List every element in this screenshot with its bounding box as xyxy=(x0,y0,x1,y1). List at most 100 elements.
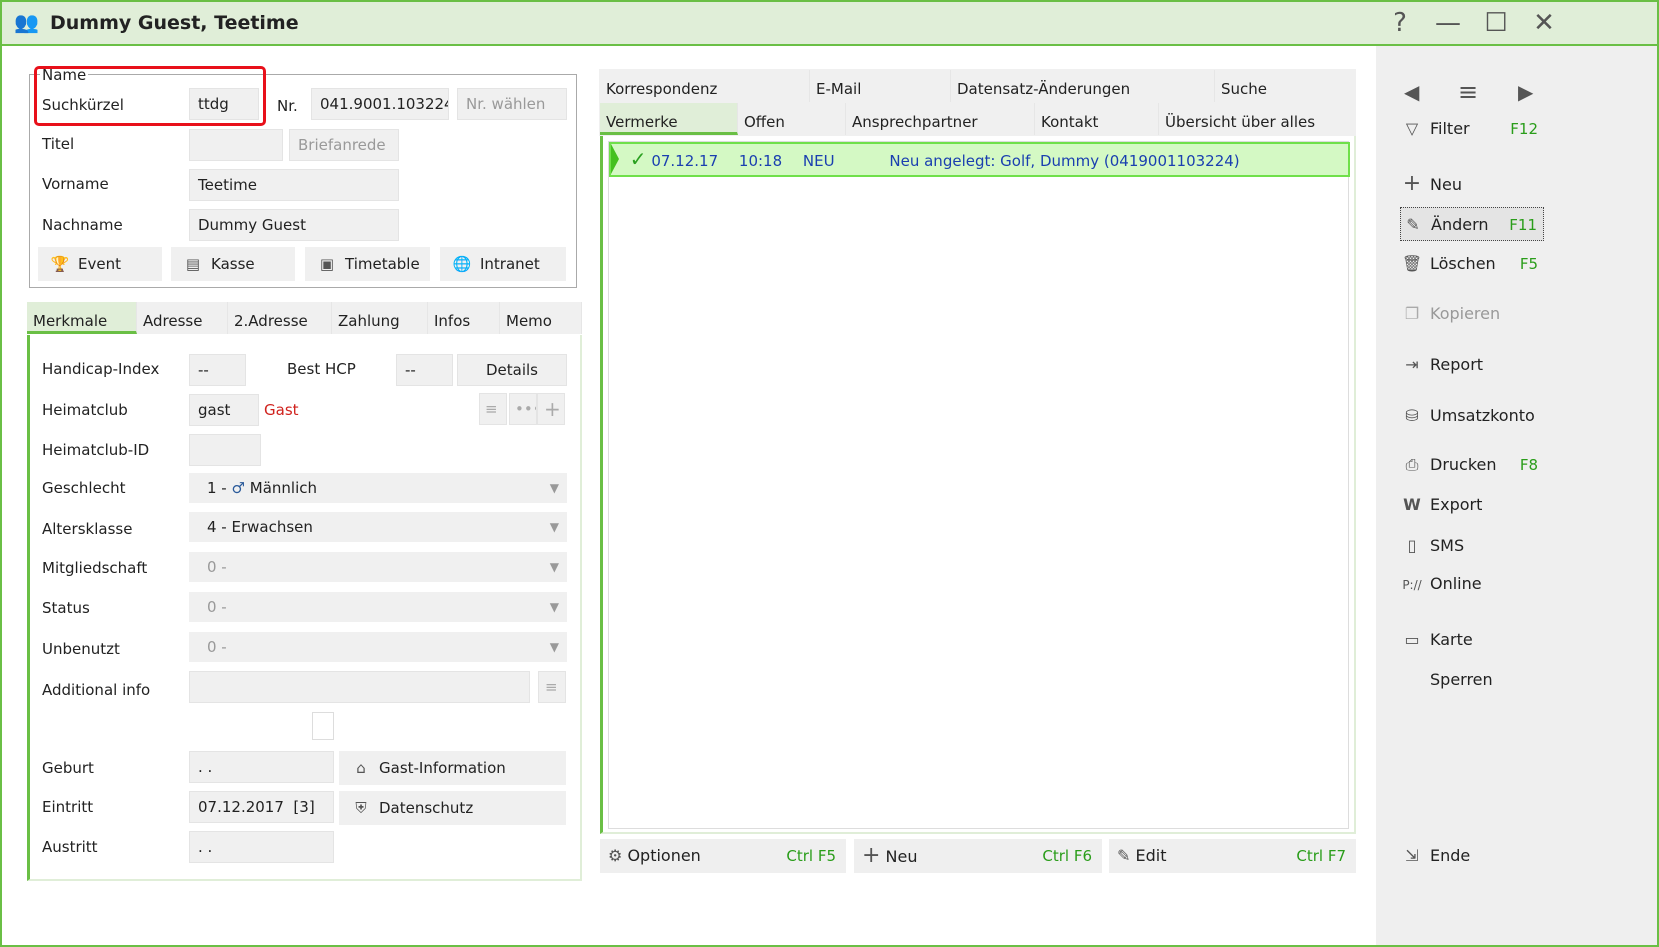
karte-label: Karte xyxy=(1430,630,1473,649)
aendern-button[interactable]: ✎ Ändern F11 xyxy=(1400,207,1544,241)
tab-suche[interactable]: Suche xyxy=(1215,70,1355,102)
previous-icon[interactable]: ◀ xyxy=(1404,80,1419,104)
loeschen-label: Löschen xyxy=(1430,254,1496,273)
additional-info-input[interactable] xyxy=(189,671,530,703)
list-icon[interactable]: ≡ xyxy=(479,393,507,425)
suchkuerzel-input[interactable]: ttdg xyxy=(189,88,259,120)
shortcut: Ctrl F5 xyxy=(786,847,836,865)
chevron-down-icon: ▼ xyxy=(549,640,559,654)
shortcut: F5 xyxy=(1519,255,1538,273)
add-icon[interactable]: + xyxy=(537,393,565,425)
suchkuerzel-label: Suchkürzel xyxy=(42,96,124,114)
briefanrede-button[interactable]: Briefanrede xyxy=(289,129,399,161)
altersklasse-label: Altersklasse xyxy=(42,520,133,538)
tab-korrespondenz[interactable]: Korrespondenz xyxy=(600,70,810,102)
altersklasse-value: 4 - Erwachsen xyxy=(207,518,313,536)
nr-waehlen-button[interactable]: Nr. wählen xyxy=(457,88,567,120)
optionen-button[interactable]: ⚙ Optionen Ctrl F5 xyxy=(600,839,846,873)
note-row[interactable]: ✓ 07.12.17 10:18 NEU Neu angelegt: Golf,… xyxy=(609,142,1350,177)
gast-information-button[interactable]: ⌂ Gast-Information xyxy=(339,751,566,785)
coins-icon: ⛁ xyxy=(1405,406,1419,425)
edit-note-button[interactable]: ✎ Edit Ctrl F7 xyxy=(1109,839,1356,873)
pencil-icon: ✎ xyxy=(1406,215,1420,234)
maximize-button[interactable]: ☐ xyxy=(1476,8,1516,38)
help-button[interactable]: ? xyxy=(1380,8,1420,38)
unbenutzt-label: Unbenutzt xyxy=(42,640,120,658)
neu-note-button[interactable]: + Neu Ctrl F6 xyxy=(854,839,1102,873)
more-icon[interactable]: ••• xyxy=(509,393,537,425)
drucken-label: Drucken xyxy=(1430,455,1497,474)
neu-button[interactable]: + Neu xyxy=(1400,167,1544,201)
best-hcp-input[interactable]: -- xyxy=(396,354,453,386)
list-icon[interactable]: ≡ xyxy=(538,671,566,703)
menu-icon[interactable]: ≡ xyxy=(1458,78,1478,106)
heimatclub-id-input[interactable] xyxy=(189,434,261,466)
geburt-input[interactable]: . . xyxy=(189,751,334,783)
tab-vermerke[interactable]: Vermerke xyxy=(600,103,738,135)
timetable-button[interactable]: ▣ Timetable xyxy=(305,247,430,281)
mitgliedschaft-select[interactable]: 0 - ▼ xyxy=(189,552,567,582)
nachname-input[interactable]: Dummy Guest xyxy=(189,209,399,241)
tab-kontakt[interactable]: Kontakt xyxy=(1035,103,1159,135)
minimize-button[interactable]: — xyxy=(1428,8,1468,38)
vorname-input[interactable]: Teetime xyxy=(189,169,399,201)
ende-button[interactable]: ⇲ Ende xyxy=(1400,839,1544,873)
sms-button[interactable]: ▯ SMS xyxy=(1400,529,1544,563)
next-icon[interactable]: ▶ xyxy=(1518,80,1533,104)
eintritt-input[interactable]: 07.12.2017 [3] xyxy=(189,791,334,823)
titel-input[interactable] xyxy=(189,129,283,161)
filter-button[interactable]: ▽ Filter F12 xyxy=(1400,112,1544,146)
austritt-label: Austritt xyxy=(42,838,98,856)
unbenutzt-select[interactable]: 0 - ▼ xyxy=(189,632,567,662)
datenschutz-button[interactable]: ⛨ Datenschutz xyxy=(339,791,566,825)
hcp-label: Handicap-Index xyxy=(42,360,160,378)
window: 👥 Dummy Guest, Teetime ? — ☐ ✕ Name Such… xyxy=(0,0,1659,947)
tab-offen[interactable]: Offen xyxy=(738,103,846,135)
trophy-icon: 🏆 xyxy=(50,255,70,273)
heimatclub-input[interactable]: gast xyxy=(189,394,259,426)
best-hcp-label: Best HCP xyxy=(287,360,356,378)
cash-register-icon: ▤ xyxy=(185,255,201,273)
heimatclub-label: Heimatclub xyxy=(42,401,128,419)
altersklasse-select[interactable]: 4 - Erwachsen ▼ xyxy=(189,512,567,542)
tab-datensatz-aenderungen[interactable]: Datensatz-Änderungen xyxy=(951,70,1215,102)
kasse-label: Kasse xyxy=(211,255,255,273)
export-button[interactable]: W Export xyxy=(1400,488,1544,522)
kasse-button[interactable]: ▤ Kasse xyxy=(171,247,295,281)
sperren-button[interactable]: Sperren xyxy=(1400,663,1544,697)
notes-panel: ✓ 07.12.17 10:18 NEU Neu angelegt: Golf,… xyxy=(600,136,1356,834)
plus-icon: + xyxy=(862,843,881,868)
austritt-input[interactable]: . . xyxy=(189,831,334,863)
status-select[interactable]: 0 - ▼ xyxy=(189,592,567,622)
sms-label: SMS xyxy=(1430,536,1465,555)
checkbox[interactable] xyxy=(312,712,334,740)
tab-merkmale[interactable]: Merkmale xyxy=(27,302,137,334)
umsatzkonto-button[interactable]: ⛁ Umsatzkonto xyxy=(1400,399,1544,433)
online-button[interactable]: P:// Online xyxy=(1400,567,1544,601)
shortcut: F12 xyxy=(1510,120,1538,138)
intranet-button[interactable]: 🌐 Intranet xyxy=(440,247,566,281)
kopieren-button[interactable]: ❐ Kopieren xyxy=(1400,297,1544,331)
tab-ansprechpartner[interactable]: Ansprechpartner xyxy=(846,103,1035,135)
tab-uebersicht[interactable]: Übersicht über alles xyxy=(1159,103,1355,135)
umsatzkonto-label: Umsatzkonto xyxy=(1430,406,1535,425)
geschlecht-value: Männlich xyxy=(249,479,317,497)
tab-2-adresse[interactable]: 2.Adresse xyxy=(228,302,332,334)
event-button[interactable]: 🏆 Event xyxy=(38,247,162,281)
karte-button[interactable]: ▭ Karte xyxy=(1400,623,1544,657)
geschlecht-select[interactable]: 1 - ♂ Männlich ▼ xyxy=(189,473,567,503)
nr-input[interactable]: 041.9001.103224 xyxy=(311,88,449,120)
nachname-label: Nachname xyxy=(42,216,123,234)
details-button[interactable]: Details xyxy=(457,354,567,386)
status-label: Status xyxy=(42,599,90,617)
loeschen-button[interactable]: 🗑 Löschen F5 xyxy=(1400,247,1544,281)
tab-email[interactable]: E-Mail xyxy=(810,70,951,102)
report-button[interactable]: ⇥ Report xyxy=(1400,348,1544,382)
tab-zahlung[interactable]: Zahlung xyxy=(332,302,428,334)
close-button[interactable]: ✕ xyxy=(1524,8,1564,38)
tab-memo[interactable]: Memo xyxy=(500,302,582,334)
tab-adresse[interactable]: Adresse xyxy=(137,302,228,334)
drucken-button[interactable]: ⎙ Drucken F8 xyxy=(1400,448,1544,482)
tab-infos[interactable]: Infos xyxy=(428,302,500,334)
hcp-input[interactable]: -- xyxy=(189,354,246,386)
